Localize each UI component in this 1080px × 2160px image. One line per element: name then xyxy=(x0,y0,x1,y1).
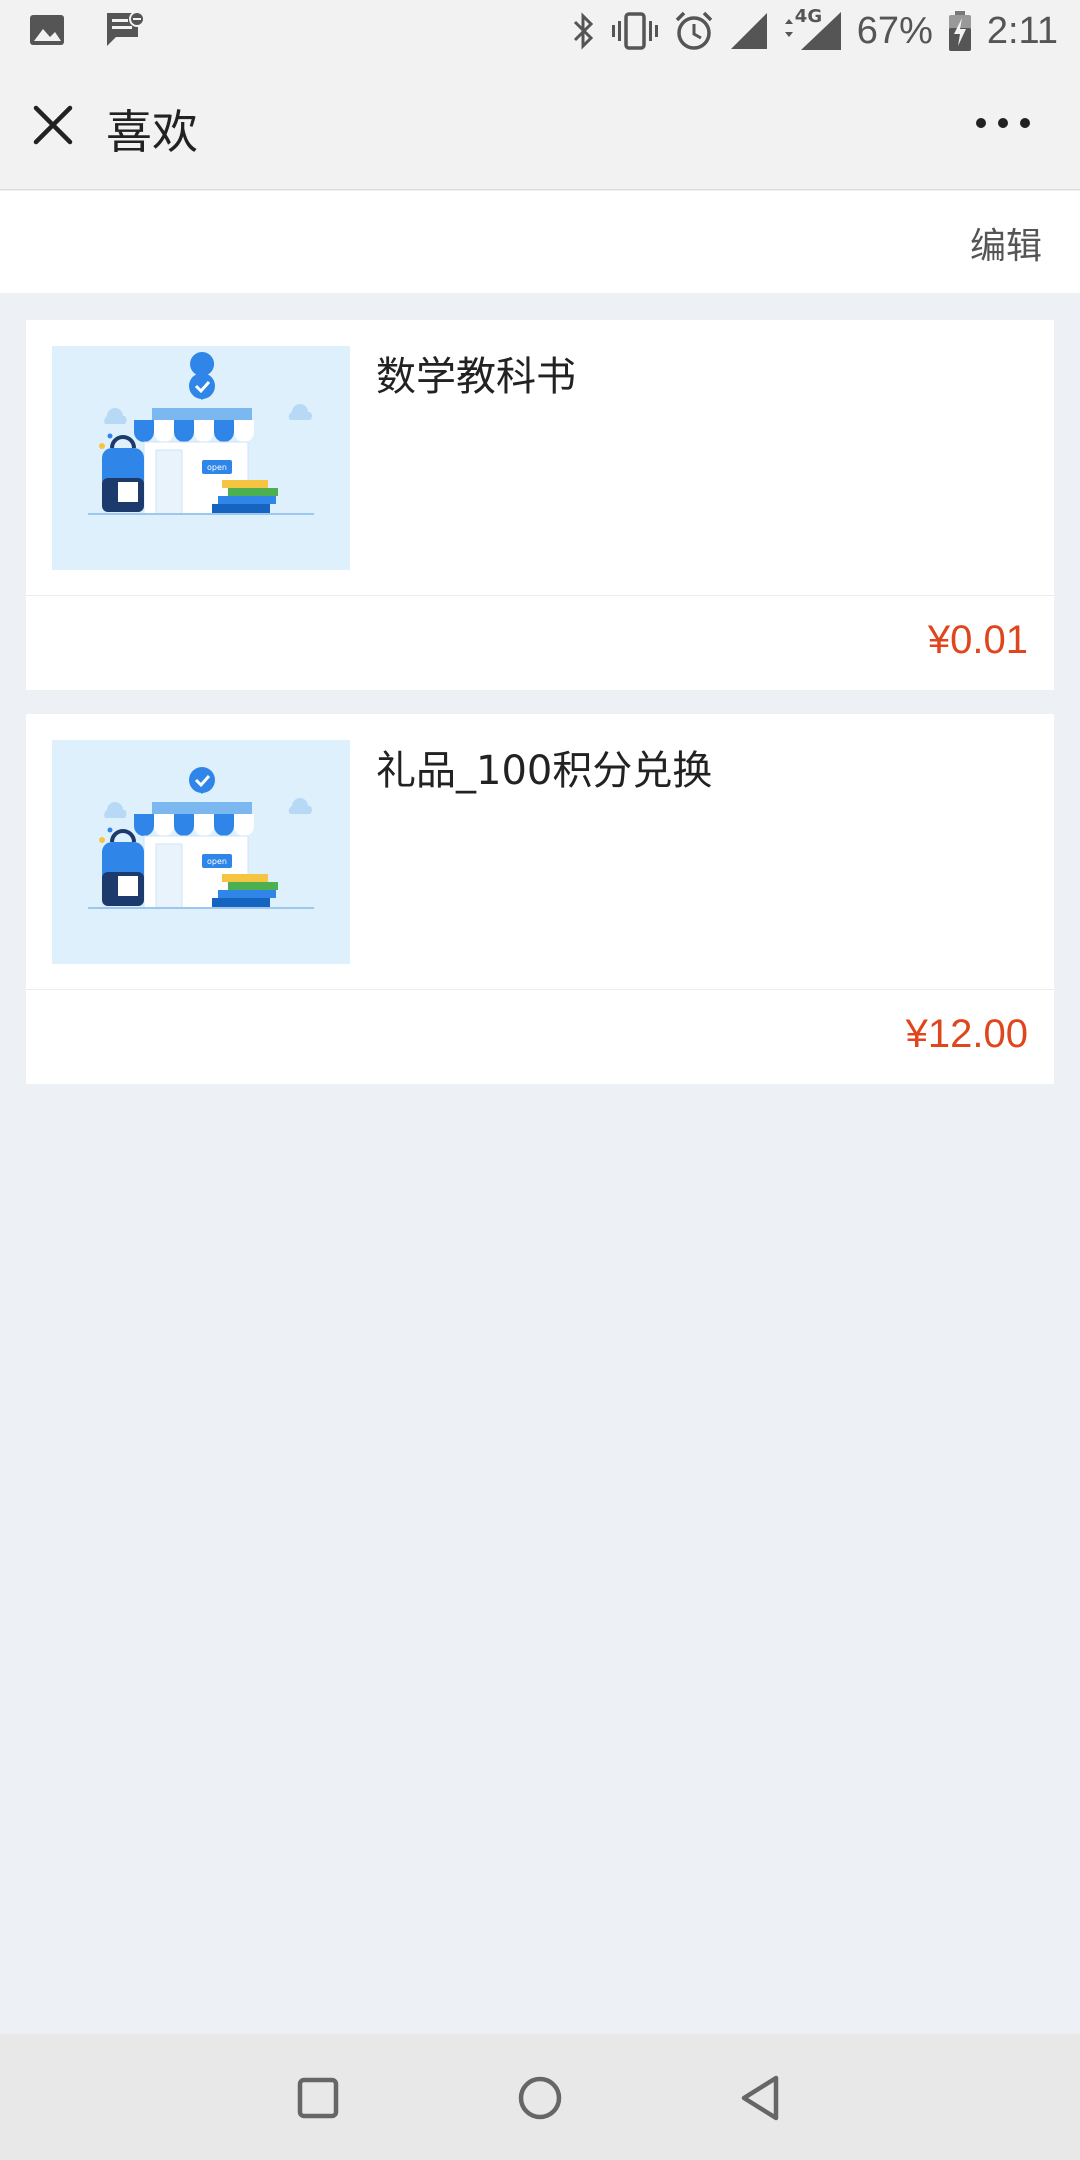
signal-icon xyxy=(729,11,769,51)
home-icon xyxy=(518,2076,562,2120)
back-icon xyxy=(741,2075,779,2121)
more-button[interactable] xyxy=(976,118,1032,134)
item-thumbnail: open xyxy=(52,346,350,570)
close-icon xyxy=(33,105,73,145)
item-name: 数学教科书 xyxy=(376,354,576,400)
status-bar: 4G 67% 2:11 xyxy=(0,0,1080,62)
favorite-item-card[interactable]: open 数学教科书 ¥0.01 xyxy=(26,320,1054,690)
image-icon xyxy=(28,10,66,50)
shop-illustration-icon: open xyxy=(88,767,314,909)
card-body: open 数学教科书 xyxy=(26,320,1054,596)
vibrate-icon xyxy=(611,11,659,51)
title-bar: 喜欢 xyxy=(0,62,1080,190)
more-icon-dot xyxy=(976,118,986,128)
alarm-icon xyxy=(673,10,715,52)
message-icon xyxy=(104,10,146,50)
item-price: ¥12.00 xyxy=(905,1012,1028,1056)
item-thumbnail: open xyxy=(52,740,350,964)
more-icon-dot xyxy=(998,118,1008,128)
back-button[interactable] xyxy=(734,2070,790,2126)
recent-apps-icon xyxy=(297,2077,339,2119)
home-button[interactable] xyxy=(512,2070,568,2126)
more-icon-dot xyxy=(1020,118,1030,128)
edit-bar: 编辑 xyxy=(0,191,1080,293)
item-name: 礼品_100积分兑换 xyxy=(376,748,713,794)
edit-button[interactable]: 编辑 xyxy=(970,217,1042,269)
recent-apps-button[interactable] xyxy=(290,2070,346,2126)
battery-percent: 67% xyxy=(856,9,933,52)
page-title: 喜欢 xyxy=(106,105,198,159)
close-button[interactable] xyxy=(28,100,78,150)
item-price: ¥0.01 xyxy=(927,618,1028,662)
card-body: open 礼品_100积分兑换 xyxy=(26,714,1054,990)
svg-text:open: open xyxy=(207,463,227,472)
battery-charging-icon xyxy=(947,10,973,52)
bluetooth-icon xyxy=(571,11,597,51)
clock: 2:11 xyxy=(986,9,1058,52)
signal-4g-icon: 4G xyxy=(783,6,843,52)
navigation-bar xyxy=(0,2034,1080,2160)
network-type: 4G xyxy=(794,6,823,27)
favorite-item-card[interactable]: open 礼品_100积分兑换 ¥12.00 xyxy=(26,714,1054,1084)
svg-text:open: open xyxy=(207,857,227,866)
shop-illustration-icon: open xyxy=(88,352,314,515)
